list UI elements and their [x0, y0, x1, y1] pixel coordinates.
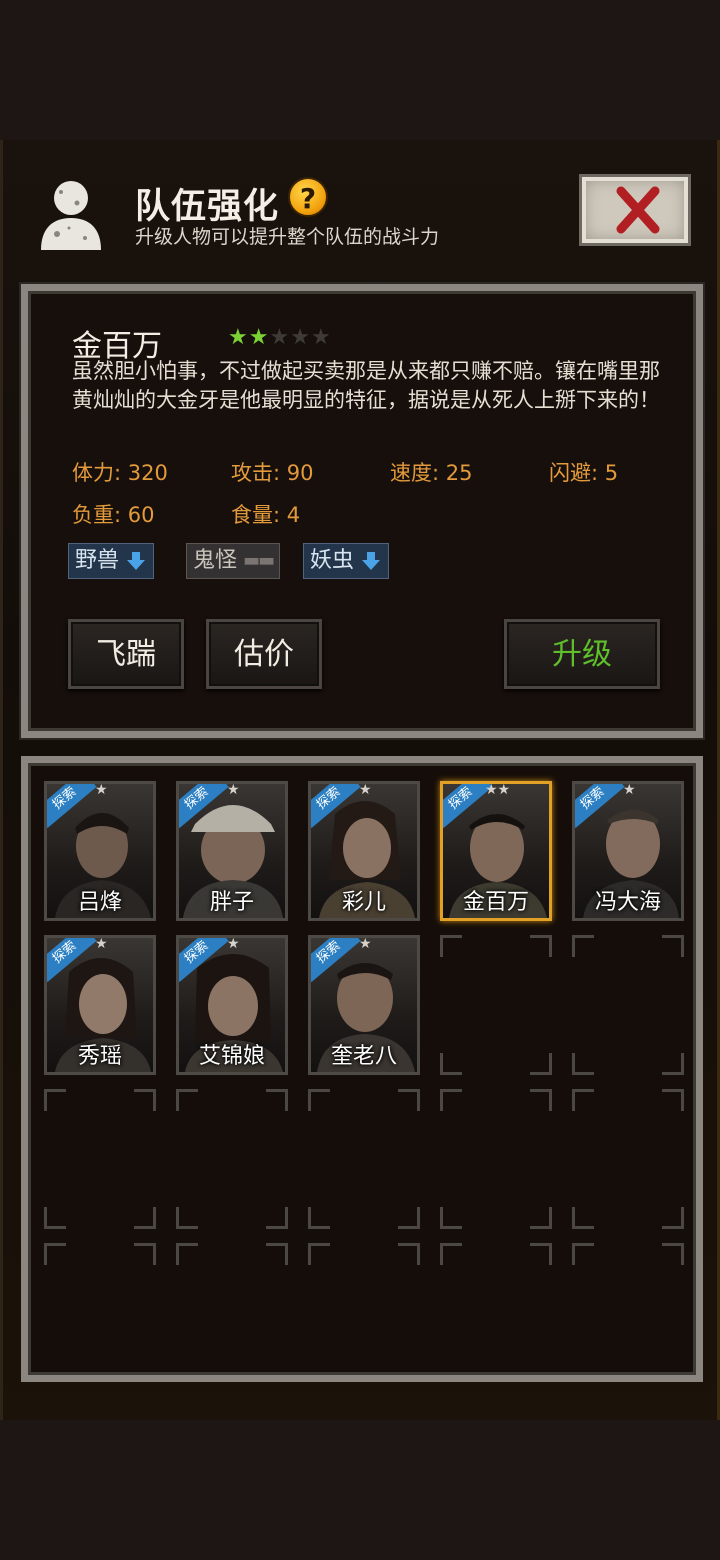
star-filled-icon: ★ — [228, 325, 249, 350]
kick-button[interactable]: 飞踹 — [68, 619, 184, 689]
player-silhouette-icon — [41, 181, 101, 250]
empty-roster-slot — [440, 1089, 552, 1229]
empty-roster-slot — [44, 1243, 156, 1383]
empty-roster-slot — [308, 1089, 420, 1229]
character-card-aijinniang[interactable]: 探索 ★ 艾锦娘 — [176, 935, 288, 1075]
team-upgrade-panel: 队伍强化 ? 升级人物可以提升整个队伍的战斗力 金百万 ★★★★★ 虽然胆小怕事… — [0, 140, 720, 1420]
star-rank-icon: ★ — [227, 936, 240, 952]
character-star-rating: ★★★★★ — [228, 325, 332, 350]
trait-ghost: 鬼怪 ▬▬ — [186, 543, 281, 579]
star-rank-icon: ★ — [359, 936, 372, 952]
trait-label: 妖虫 — [310, 548, 355, 573]
character-card-name: 奎老八 — [330, 1044, 397, 1069]
appraise-button[interactable]: 估价 — [206, 619, 322, 689]
empty-roster-slot — [572, 1243, 684, 1383]
stat-attack: 攻击: 90 — [231, 461, 314, 485]
character-card-caier[interactable]: 探索 ★ 彩儿 — [308, 781, 420, 921]
stat-food: 食量: 4 — [231, 503, 301, 527]
star-filled-icon: ★ — [248, 325, 270, 350]
trait-label: 鬼怪 — [193, 548, 238, 573]
character-card-pangzi[interactable]: 探索 ★ 胖子 — [176, 781, 288, 921]
stat-dodge: 闪避: 5 — [549, 461, 619, 485]
character-card-fengdahai[interactable]: 探索 ★ 冯大海 — [572, 781, 684, 921]
star-rank-icon: ★ — [227, 782, 240, 798]
upgrade-button[interactable]: 升级 — [504, 619, 660, 689]
neutral-dash-icon: ▬▬ — [243, 550, 275, 571]
empty-roster-slot — [176, 1243, 288, 1383]
empty-roster-slot — [440, 935, 552, 1075]
page-subtitle: 升级人物可以提升整个队伍的战斗力 — [135, 226, 440, 248]
empty-roster-slot — [44, 1089, 156, 1229]
trait-insect: 妖虫 — [303, 543, 390, 579]
character-info-panel: 金百万 ★★★★★ 虽然胆小怕事，不过做起买卖那是从来都只赚不赔。镶在嘴里那黄灿… — [21, 284, 703, 738]
star-rank-icon: ★ — [95, 936, 108, 952]
star-rank-icon: ★ — [623, 782, 636, 798]
character-card-name: 金百万 — [462, 890, 529, 915]
character-card-name: 吕烽 — [77, 890, 122, 915]
star-rank-icon: ★ — [359, 782, 372, 798]
empty-roster-slot — [572, 1089, 684, 1229]
star-rank-icon: ★★ — [485, 782, 511, 798]
question-mark-icon[interactable]: ? — [288, 177, 328, 217]
down-arrow-icon — [127, 552, 146, 570]
character-card-xiuyao[interactable]: 探索 ★ 秀瑶 — [44, 935, 156, 1075]
character-description: 虽然胆小怕事，不过做起买卖那是从来都只赚不赔。镶在嘴里那黄灿灿的大金牙是他最明显… — [72, 359, 660, 412]
close-button[interactable] — [579, 174, 691, 246]
character-roster-grid: 探索 ★ 吕烽 探索 ★ 胖子 探索 ★ 彩儿 探索 ★★ 金百万 探索 ★ 冯… — [21, 756, 703, 1382]
down-arrow-icon — [362, 552, 381, 570]
star-empty-icon: ★ — [269, 325, 291, 350]
close-x-icon — [616, 186, 660, 234]
trait-label: 野兽 — [75, 548, 120, 573]
star-empty-icon: ★ — [290, 325, 311, 350]
stat-speed: 速度: 25 — [390, 461, 473, 485]
empty-roster-slot — [440, 1243, 552, 1383]
character-card-jinbaiwan[interactable]: 探索 ★★ 金百万 — [440, 781, 552, 921]
stat-hp: 体力: 320 — [72, 461, 168, 485]
character-card-name: 艾锦娘 — [198, 1044, 265, 1069]
character-card-name: 冯大海 — [594, 890, 661, 915]
top-backdrop — [0, 0, 720, 140]
stat-load: 负重: 60 — [72, 503, 155, 527]
empty-roster-slot — [308, 1243, 420, 1383]
character-card-kuilaoba[interactable]: 探索 ★ 奎老八 — [308, 935, 420, 1075]
star-empty-icon: ★ — [310, 325, 332, 350]
star-rank-icon: ★ — [95, 782, 108, 798]
character-card-name: 胖子 — [209, 890, 254, 915]
bottom-backdrop — [0, 1420, 720, 1560]
trait-beast: 野兽 — [68, 543, 155, 579]
character-card-name: 秀瑶 — [77, 1044, 122, 1069]
character-card-name: 彩儿 — [341, 890, 386, 915]
empty-roster-slot — [572, 935, 684, 1075]
empty-roster-slot — [176, 1089, 288, 1229]
character-card-lvfeng[interactable]: 探索 ★ 吕烽 — [44, 781, 156, 921]
